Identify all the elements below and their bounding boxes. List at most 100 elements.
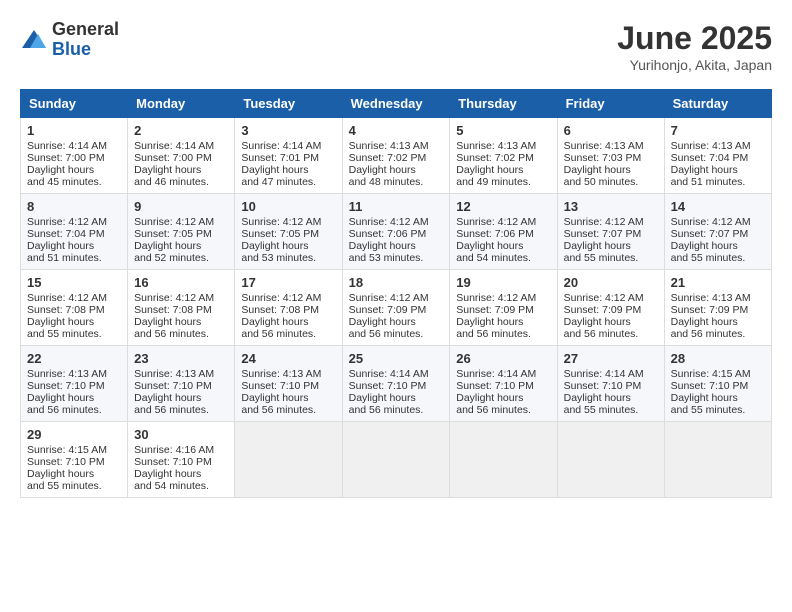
calendar-week-row: 22 Sunrise: 4:13 AM Sunset: 7:10 PM Dayl… bbox=[21, 346, 772, 422]
table-row: 12 Sunrise: 4:12 AM Sunset: 7:06 PM Dayl… bbox=[450, 194, 557, 270]
daylight-label: Daylight hours bbox=[671, 392, 738, 404]
sunset-text: Sunset: 7:06 PM bbox=[349, 228, 427, 240]
daylight-label: Daylight hours bbox=[241, 392, 308, 404]
daylight-duration: and 51 minutes. bbox=[671, 176, 746, 188]
daylight-duration: and 56 minutes. bbox=[241, 328, 316, 340]
sunrise-text: Sunrise: 4:13 AM bbox=[671, 292, 751, 304]
sunset-text: Sunset: 7:05 PM bbox=[134, 228, 212, 240]
table-row: 25 Sunrise: 4:14 AM Sunset: 7:10 PM Dayl… bbox=[342, 346, 450, 422]
sunrise-text: Sunrise: 4:12 AM bbox=[134, 292, 214, 304]
sunset-text: Sunset: 7:03 PM bbox=[564, 152, 642, 164]
sunrise-text: Sunrise: 4:14 AM bbox=[456, 368, 536, 380]
sunset-text: Sunset: 7:10 PM bbox=[241, 380, 319, 392]
logo-icon bbox=[20, 26, 48, 54]
col-tuesday: Tuesday bbox=[235, 90, 342, 118]
daylight-label: Daylight hours bbox=[564, 164, 631, 176]
day-number: 3 bbox=[241, 123, 335, 138]
daylight-label: Daylight hours bbox=[241, 316, 308, 328]
sunset-text: Sunset: 7:08 PM bbox=[27, 304, 105, 316]
sunset-text: Sunset: 7:10 PM bbox=[349, 380, 427, 392]
sunrise-text: Sunrise: 4:14 AM bbox=[349, 368, 429, 380]
table-row: 7 Sunrise: 4:13 AM Sunset: 7:04 PM Dayli… bbox=[664, 118, 771, 194]
daylight-label: Daylight hours bbox=[27, 240, 94, 252]
logo-general-text: General bbox=[52, 20, 119, 40]
table-row: 5 Sunrise: 4:13 AM Sunset: 7:02 PM Dayli… bbox=[450, 118, 557, 194]
daylight-duration: and 55 minutes. bbox=[671, 252, 746, 264]
daylight-duration: and 56 minutes. bbox=[349, 328, 424, 340]
table-row: 21 Sunrise: 4:13 AM Sunset: 7:09 PM Dayl… bbox=[664, 270, 771, 346]
daylight-duration: and 56 minutes. bbox=[564, 328, 639, 340]
table-row: 11 Sunrise: 4:12 AM Sunset: 7:06 PM Dayl… bbox=[342, 194, 450, 270]
table-row: 15 Sunrise: 4:12 AM Sunset: 7:08 PM Dayl… bbox=[21, 270, 128, 346]
sunrise-text: Sunrise: 4:12 AM bbox=[134, 216, 214, 228]
day-number: 17 bbox=[241, 275, 335, 290]
day-number: 2 bbox=[134, 123, 228, 138]
col-saturday: Saturday bbox=[664, 90, 771, 118]
sunrise-text: Sunrise: 4:13 AM bbox=[456, 140, 536, 152]
day-number: 28 bbox=[671, 351, 765, 366]
sunrise-text: Sunrise: 4:13 AM bbox=[349, 140, 429, 152]
sunrise-text: Sunrise: 4:13 AM bbox=[134, 368, 214, 380]
daylight-duration: and 53 minutes. bbox=[241, 252, 316, 264]
sunset-text: Sunset: 7:09 PM bbox=[456, 304, 534, 316]
day-number: 7 bbox=[671, 123, 765, 138]
table-row bbox=[342, 422, 450, 498]
calendar-table: Sunday Monday Tuesday Wednesday Thursday… bbox=[20, 89, 772, 498]
sunrise-text: Sunrise: 4:12 AM bbox=[27, 216, 107, 228]
table-row: 4 Sunrise: 4:13 AM Sunset: 7:02 PM Dayli… bbox=[342, 118, 450, 194]
day-number: 16 bbox=[134, 275, 228, 290]
day-number: 25 bbox=[349, 351, 444, 366]
col-friday: Friday bbox=[557, 90, 664, 118]
calendar-week-row: 8 Sunrise: 4:12 AM Sunset: 7:04 PM Dayli… bbox=[21, 194, 772, 270]
daylight-label: Daylight hours bbox=[349, 164, 416, 176]
daylight-duration: and 46 minutes. bbox=[134, 176, 209, 188]
sunrise-text: Sunrise: 4:16 AM bbox=[134, 444, 214, 456]
day-number: 24 bbox=[241, 351, 335, 366]
table-row: 8 Sunrise: 4:12 AM Sunset: 7:04 PM Dayli… bbox=[21, 194, 128, 270]
daylight-label: Daylight hours bbox=[456, 316, 523, 328]
table-row: 28 Sunrise: 4:15 AM Sunset: 7:10 PM Dayl… bbox=[664, 346, 771, 422]
daylight-label: Daylight hours bbox=[564, 392, 631, 404]
sunset-text: Sunset: 7:05 PM bbox=[241, 228, 319, 240]
day-number: 26 bbox=[456, 351, 550, 366]
sunrise-text: Sunrise: 4:13 AM bbox=[564, 140, 644, 152]
table-row: 27 Sunrise: 4:14 AM Sunset: 7:10 PM Dayl… bbox=[557, 346, 664, 422]
sunset-text: Sunset: 7:09 PM bbox=[349, 304, 427, 316]
sunset-text: Sunset: 7:06 PM bbox=[456, 228, 534, 240]
table-row: 20 Sunrise: 4:12 AM Sunset: 7:09 PM Dayl… bbox=[557, 270, 664, 346]
day-number: 30 bbox=[134, 427, 228, 442]
day-number: 29 bbox=[27, 427, 121, 442]
daylight-label: Daylight hours bbox=[134, 392, 201, 404]
table-row bbox=[450, 422, 557, 498]
sunset-text: Sunset: 7:00 PM bbox=[27, 152, 105, 164]
sunrise-text: Sunrise: 4:13 AM bbox=[241, 368, 321, 380]
table-row: 18 Sunrise: 4:12 AM Sunset: 7:09 PM Dayl… bbox=[342, 270, 450, 346]
sunrise-text: Sunrise: 4:15 AM bbox=[671, 368, 751, 380]
calendar-week-row: 29 Sunrise: 4:15 AM Sunset: 7:10 PM Dayl… bbox=[21, 422, 772, 498]
daylight-duration: and 53 minutes. bbox=[349, 252, 424, 264]
daylight-label: Daylight hours bbox=[134, 164, 201, 176]
sunset-text: Sunset: 7:10 PM bbox=[27, 380, 105, 392]
daylight-label: Daylight hours bbox=[671, 316, 738, 328]
sunset-text: Sunset: 7:00 PM bbox=[134, 152, 212, 164]
daylight-label: Daylight hours bbox=[564, 240, 631, 252]
sunrise-text: Sunrise: 4:15 AM bbox=[27, 444, 107, 456]
table-row: 9 Sunrise: 4:12 AM Sunset: 7:05 PM Dayli… bbox=[128, 194, 235, 270]
table-row: 23 Sunrise: 4:13 AM Sunset: 7:10 PM Dayl… bbox=[128, 346, 235, 422]
sunset-text: Sunset: 7:08 PM bbox=[134, 304, 212, 316]
page-header: General Blue June 2025 Yurihonjo, Akita,… bbox=[20, 20, 772, 73]
table-row: 30 Sunrise: 4:16 AM Sunset: 7:10 PM Dayl… bbox=[128, 422, 235, 498]
col-wednesday: Wednesday bbox=[342, 90, 450, 118]
sunrise-text: Sunrise: 4:14 AM bbox=[564, 368, 644, 380]
sunset-text: Sunset: 7:08 PM bbox=[241, 304, 319, 316]
daylight-label: Daylight hours bbox=[134, 468, 201, 480]
sunset-text: Sunset: 7:01 PM bbox=[241, 152, 319, 164]
col-monday: Monday bbox=[128, 90, 235, 118]
day-number: 10 bbox=[241, 199, 335, 214]
daylight-label: Daylight hours bbox=[671, 164, 738, 176]
table-row bbox=[557, 422, 664, 498]
table-row: 29 Sunrise: 4:15 AM Sunset: 7:10 PM Dayl… bbox=[21, 422, 128, 498]
table-row: 3 Sunrise: 4:14 AM Sunset: 7:01 PM Dayli… bbox=[235, 118, 342, 194]
sunset-text: Sunset: 7:09 PM bbox=[564, 304, 642, 316]
daylight-duration: and 55 minutes. bbox=[564, 252, 639, 264]
